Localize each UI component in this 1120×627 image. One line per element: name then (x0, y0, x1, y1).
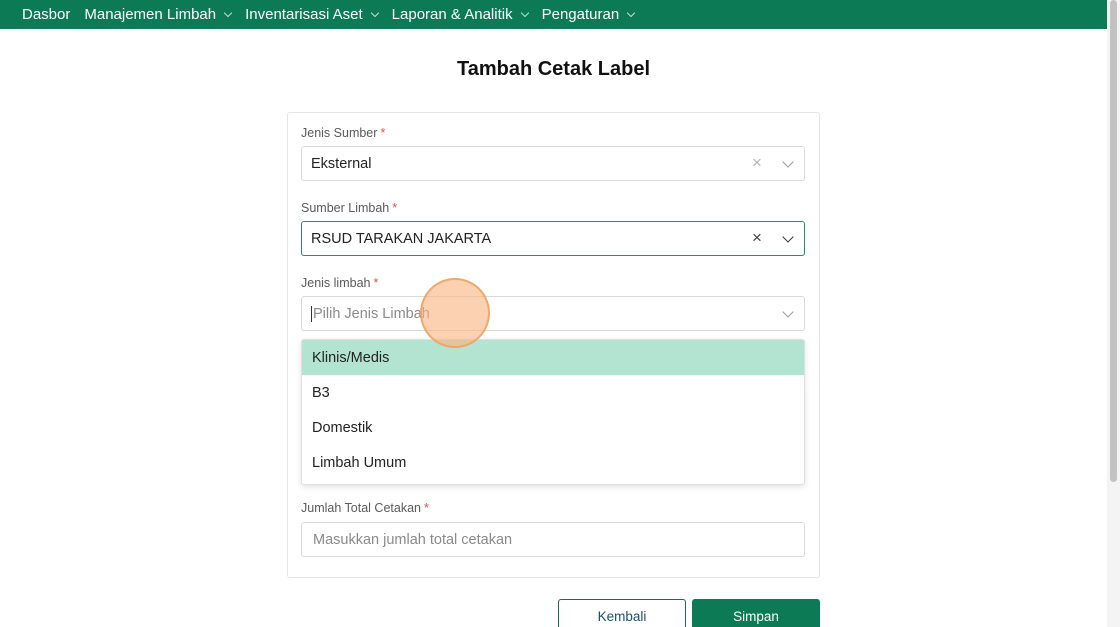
nav-item-laporan-analitik[interactable]: Laporan & Analitik (391, 6, 529, 23)
chevron-down-icon (370, 8, 379, 17)
chevron-down-icon (520, 8, 529, 17)
text-cursor (311, 305, 312, 322)
selected-value: Eksternal (311, 155, 372, 172)
nav-item-label: Pengaturan (541, 6, 620, 23)
option-domestik[interactable]: Domestik (302, 410, 804, 445)
option-limbah-umum[interactable]: Limbah Umum (302, 445, 804, 480)
nav-item-dasbor[interactable]: Dasbor (22, 6, 70, 23)
jenis-sumber-label: Jenis Sumber * (301, 126, 385, 140)
chevron-down-icon (223, 8, 233, 17)
nav-item-manajemen-limbah[interactable]: Manajemen Limbah (84, 6, 233, 23)
sumber-limbah-label: Sumber Limbah * (301, 201, 397, 215)
required-mark: * (392, 201, 398, 215)
clear-icon[interactable]: × (750, 154, 764, 171)
clear-icon[interactable]: × (750, 229, 764, 246)
field-label-text: Jenis Sumber (301, 126, 378, 140)
option-b3[interactable]: B3 (302, 375, 804, 410)
jenis-limbah-dropdown: Klinis/Medis B3 Domestik Limbah Umum (301, 339, 805, 485)
sumber-limbah-select[interactable]: RSUD TARAKAN JAKARTA × (301, 221, 805, 256)
nav-item-label: Inventarisasi Aset (245, 6, 363, 23)
required-mark: * (423, 501, 429, 515)
jenis-sumber-select[interactable]: Eksternal × (301, 146, 805, 181)
scrollbar-thumb[interactable] (1110, 0, 1117, 482)
option-klinis-medis[interactable]: Klinis/Medis (302, 340, 804, 375)
page-scrollbar[interactable] (1107, 0, 1120, 627)
jenis-limbah-label: Jenis limbah * (301, 276, 378, 290)
nav-item-label: Laporan & Analitik (391, 6, 513, 23)
required-mark: * (380, 126, 386, 140)
jumlah-total-input[interactable] (301, 522, 805, 557)
select-placeholder: Pilih Jenis Limbah (313, 305, 430, 322)
jenis-limbah-select[interactable]: Pilih Jenis Limbah (301, 296, 805, 331)
top-navbar: Dasbor Manajemen Limbah Inventarisasi As… (0, 0, 1107, 29)
field-label-text: Jenis limbah (301, 276, 371, 290)
page-title: Tambah Cetak Label (456, 58, 651, 80)
nav-item-label: Manajemen Limbah (84, 6, 217, 23)
nav-item-pengaturan[interactable]: Pengaturan (541, 6, 636, 23)
nav-item-label: Dasbor (22, 6, 71, 23)
save-button[interactable]: Simpan (692, 599, 820, 627)
chevron-down-icon (626, 8, 636, 17)
field-label-text: Jumlah Total Cetakan (301, 501, 421, 515)
field-label-text: Sumber Limbah (301, 201, 390, 215)
selected-value: RSUD TARAKAN JAKARTA (311, 230, 492, 247)
back-button[interactable]: Kembali (558, 599, 686, 627)
nav-item-inventarisasi-aset[interactable]: Inventarisasi Aset (245, 6, 379, 23)
required-mark: * (373, 276, 379, 290)
jumlah-total-label: Jumlah Total Cetakan * (301, 501, 429, 515)
